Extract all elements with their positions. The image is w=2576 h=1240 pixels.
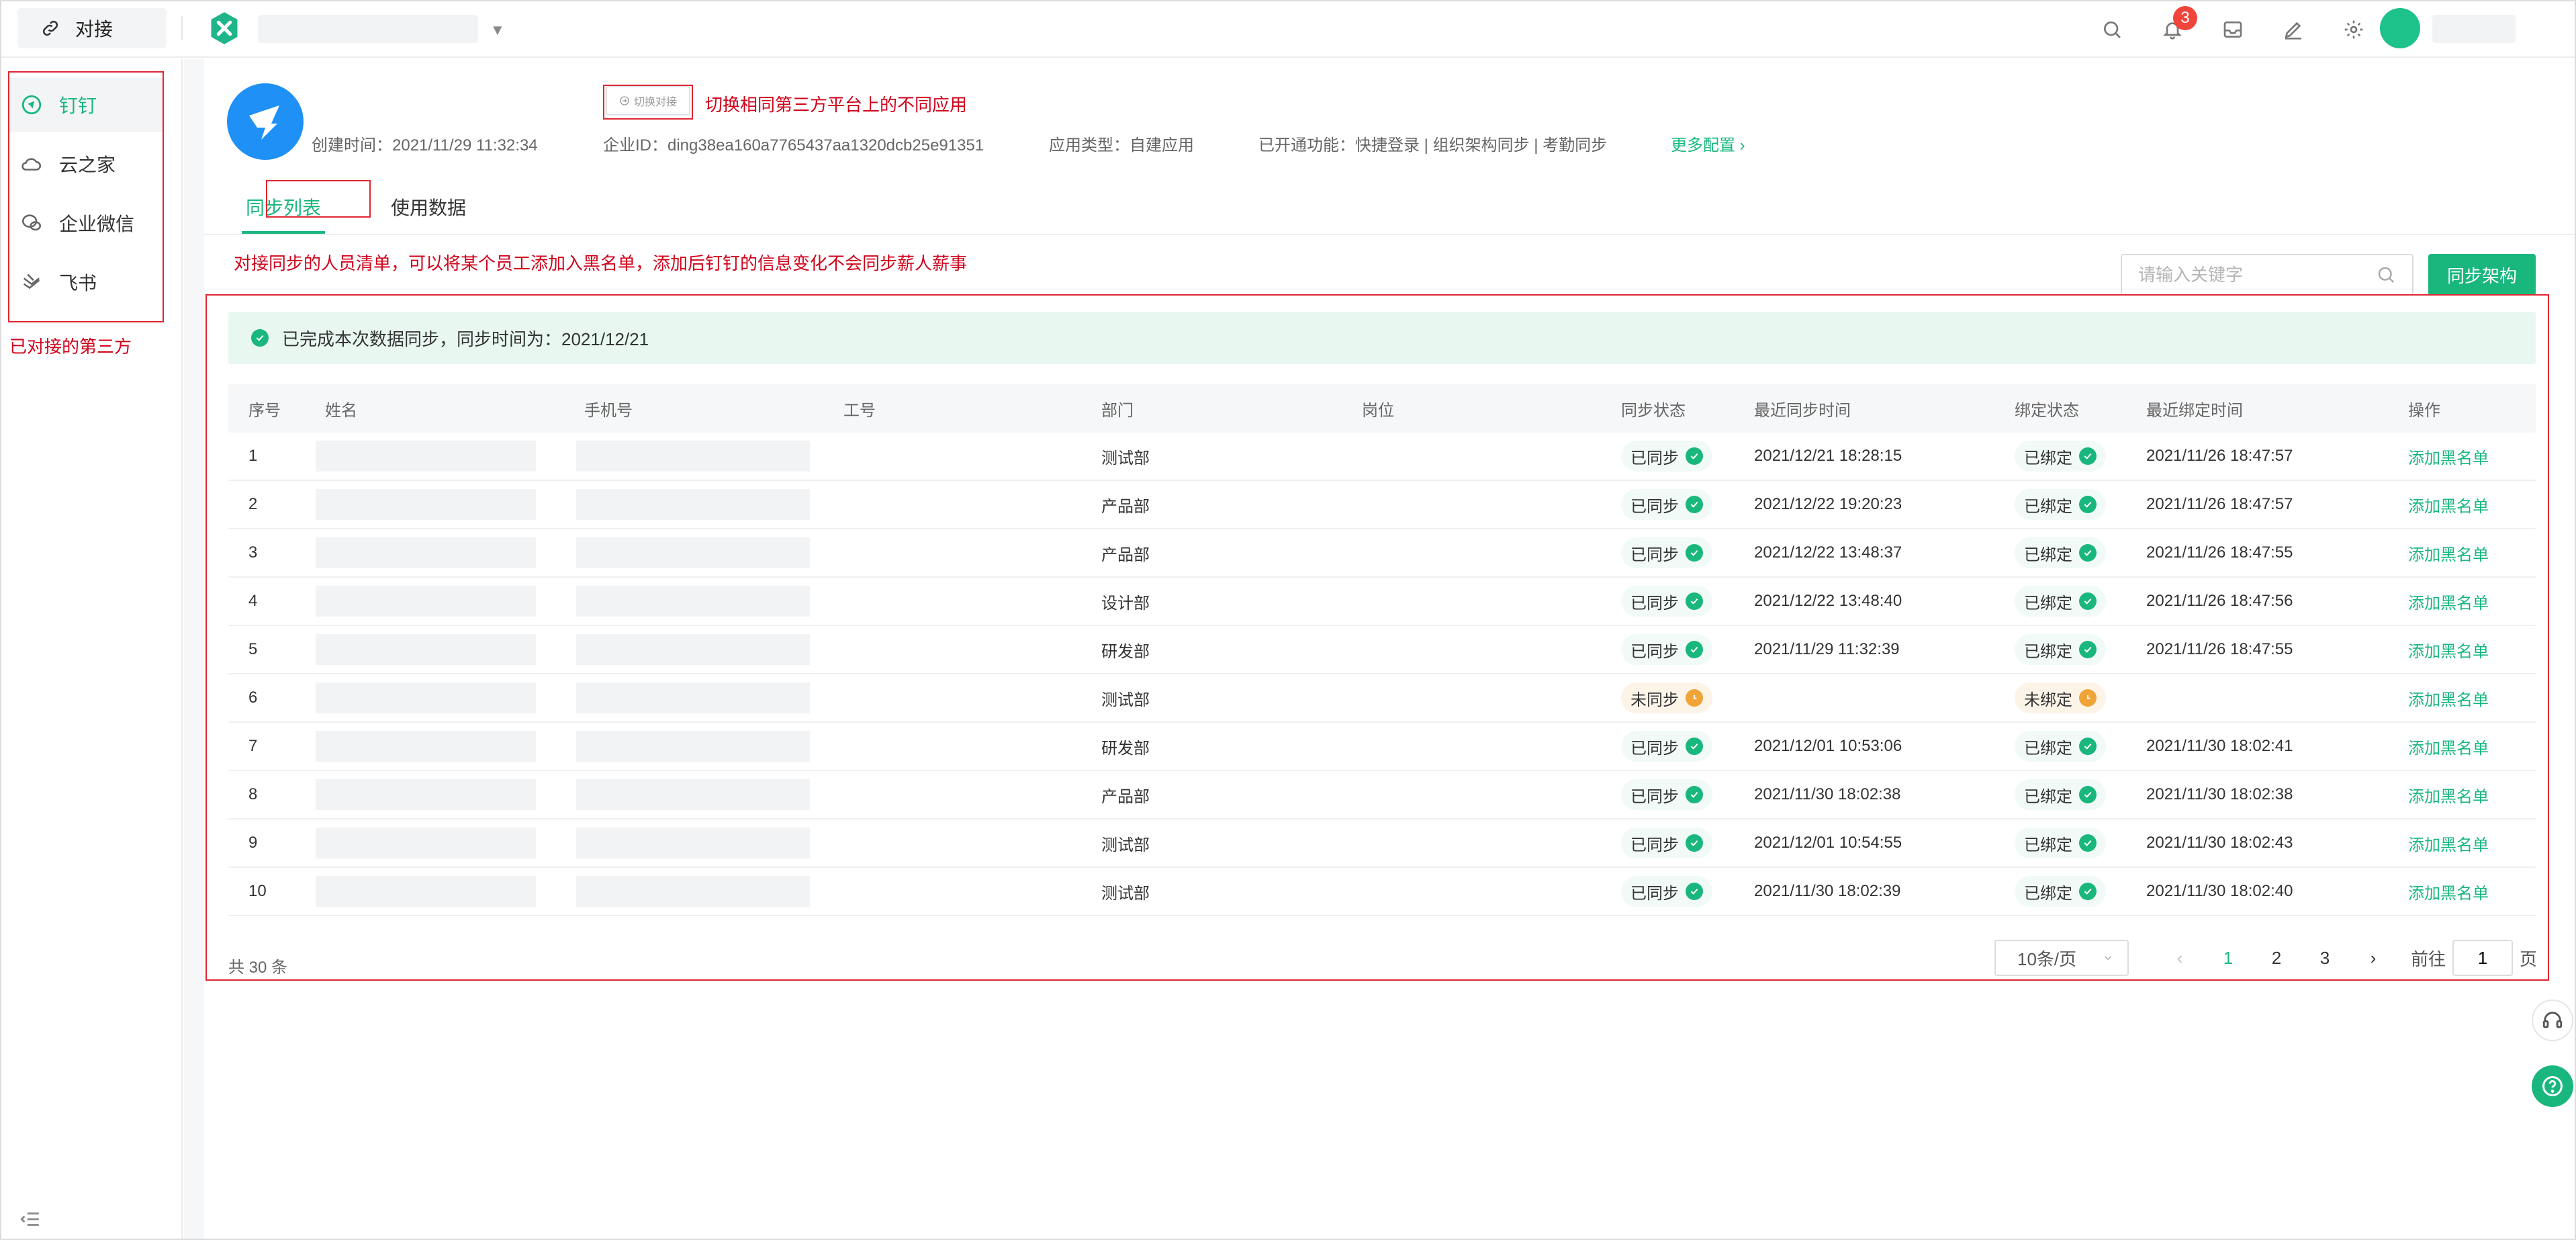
enabled-features: 已开通功能：快捷登录 | 组织架构同步 | 考勤同步 [1258,136,1608,154]
link-icon [42,20,58,36]
switch-annotation-text: 切换相同第三方平台上的不同应用 [705,95,968,115]
sync-structure-button[interactable]: 同步架构 [2428,254,2536,296]
org-name-placeholder[interactable] [258,15,478,43]
user-name-placeholder[interactable] [2432,15,2516,43]
app-type: 应用类型：自建应用 [1049,136,1194,154]
home-label: 对接 [75,19,113,40]
divider [181,16,183,40]
app-name-placeholder [312,81,604,117]
switch-annotation-box [603,85,693,120]
table-annotation-text: 对接同步的人员清单，可以将某个员工添加入黑名单，添加后钉钉的信息变化不会同步薪人… [234,253,968,273]
table-annotation-box [205,294,2549,981]
customer-service-headset-icon[interactable] [2532,1000,2573,1041]
collapse-sidebar-icon[interactable] [19,1208,42,1231]
search-icon[interactable] [2099,17,2125,42]
org-logo-icon[interactable] [207,11,242,46]
org-dropdown-caret-icon[interactable]: ▼ [490,21,505,39]
edit-pen-icon[interactable] [2281,17,2306,42]
integration-home-button[interactable]: 对接 [17,8,167,48]
user-avatar[interactable] [2380,8,2420,48]
notification-bell-icon[interactable]: 3 [2160,6,2197,42]
sidebar-annotation-text: 已对接的第三方 [9,337,132,357]
content-panel: 切换对接 创建时间：2021/11/29 11:32:34 企业ID：ding3… [204,59,2575,1239]
dingtalk-app-logo-icon [227,83,304,160]
main-area: 切换对接 创建时间：2021/11/29 11:32:34 企业ID：ding3… [184,59,2575,1239]
sidebar-annotation-box [8,71,164,322]
notification-badge: 3 [2173,6,2197,30]
settings-gear-icon[interactable] [2341,17,2366,42]
more-config-link[interactable]: 更多配置 › [1671,132,1745,155]
help-question-icon[interactable] [2532,1065,2573,1107]
top-bar: 对接 ▼ 3 [1,1,2575,58]
search-icon[interactable] [2376,265,2396,285]
tab-usage-data[interactable]: 使用数据 [376,179,481,235]
enterprise-id: 企业ID：ding38ea160a7765437aa1320dcb25e9135… [603,136,984,154]
created-time: 创建时间：2021/11/29 11:32:34 [312,136,538,154]
tab-annotation-box [266,180,371,218]
search-input[interactable] [2138,264,2376,285]
keyword-search-box[interactable] [2121,254,2413,296]
tabs-divider [204,234,2575,235]
inbox-icon[interactable] [2220,17,2246,42]
